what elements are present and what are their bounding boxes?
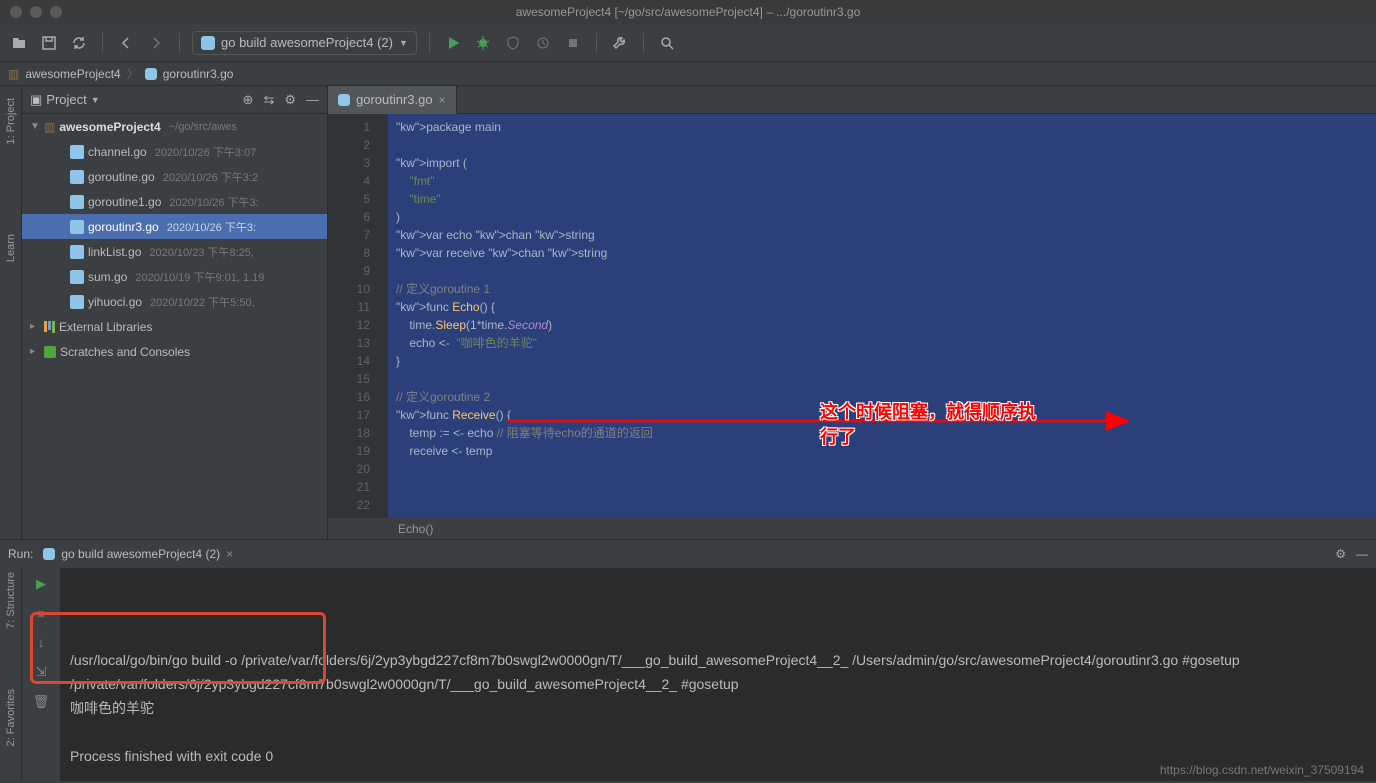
project-title: Project: [46, 92, 86, 107]
editor-breadcrumb: Echo(): [328, 518, 1376, 539]
go-file-icon: [70, 245, 84, 259]
go-file-icon: [70, 195, 84, 209]
tab-structure[interactable]: 7: Structure: [5, 572, 17, 629]
tab-project[interactable]: 1: Project: [5, 98, 17, 144]
open-icon[interactable]: [8, 32, 30, 54]
coverage-icon[interactable]: [502, 32, 524, 54]
go-file-icon: [70, 270, 84, 284]
line-gutter: 12345678910111213141516171819202122: [328, 114, 388, 518]
minimize-window-icon[interactable]: [30, 6, 42, 18]
project-tree[interactable]: ▼▥ awesomeProject4 ~/go/src/awes channel…: [22, 114, 327, 539]
tree-file[interactable]: goroutine1.go2020/10/26 下午3:: [22, 189, 327, 214]
maximize-window-icon[interactable]: [50, 6, 62, 18]
left-tool-strip-bottom: 7: Structure 2: Favorites: [0, 568, 22, 781]
tree-file[interactable]: channel.go2020/10/26 下午3:07: [22, 139, 327, 164]
project-view-icon: ▣: [30, 92, 42, 108]
collapse-icon[interactable]: —: [306, 92, 319, 108]
run-icon[interactable]: [442, 32, 464, 54]
crumb-root[interactable]: awesomeProject4: [25, 67, 120, 81]
forward-icon[interactable]: [145, 32, 167, 54]
debug-icon[interactable]: [472, 32, 494, 54]
wrench-icon[interactable]: [609, 32, 631, 54]
save-icon[interactable]: [38, 32, 60, 54]
tree-root[interactable]: ▼▥ awesomeProject4 ~/go/src/awes: [22, 114, 327, 139]
scratches-consoles[interactable]: ▸ Scratches and Consoles: [22, 339, 327, 364]
back-icon[interactable]: [115, 32, 137, 54]
run-label: Run:: [8, 547, 33, 561]
go-file-icon: [70, 220, 84, 234]
library-icon: [44, 321, 55, 333]
code-editor[interactable]: 12345678910111213141516171819202122 "kw"…: [328, 114, 1376, 518]
run-config-selector[interactable]: go build awesomeProject4 (2) ▼: [192, 31, 417, 55]
collapse-icon[interactable]: —: [1356, 547, 1368, 561]
tree-file[interactable]: goroutine.go2020/10/26 下午3:2: [22, 164, 327, 189]
tab-learn[interactable]: Learn: [5, 234, 17, 262]
rerun-icon[interactable]: ▶: [36, 576, 46, 592]
chevron-right-icon: 〉: [127, 65, 139, 82]
expand-icon[interactable]: ⇆: [263, 92, 274, 108]
annotation-text: 这个时候阻塞，就得顺序执行了: [820, 400, 1036, 450]
go-file-icon: [201, 36, 215, 50]
tree-file[interactable]: yihuoci.go2020/10/22 下午5:50,: [22, 289, 327, 314]
go-file-icon: [338, 94, 350, 106]
stop-icon[interactable]: [562, 32, 584, 54]
crumb-file[interactable]: goroutinr3.go: [163, 67, 234, 81]
output-highlight-box: [30, 612, 326, 684]
chevron-down-icon: ▼: [399, 38, 408, 48]
main-toolbar: go build awesomeProject4 (2) ▼: [0, 24, 1376, 62]
tree-file[interactable]: goroutinr3.go2020/10/26 下午3:: [22, 214, 327, 239]
gear-icon[interactable]: ⚙: [284, 92, 296, 108]
window-title: awesomeProject4 [~/go/src/awesomeProject…: [516, 5, 861, 19]
profile-icon[interactable]: [532, 32, 554, 54]
search-icon[interactable]: [656, 32, 678, 54]
go-file-icon: [145, 68, 157, 80]
breadcrumb: ▥ awesomeProject4 〉 goroutinr3.go: [0, 62, 1376, 86]
tree-file[interactable]: linkList.go2020/10/23 下午8:25,: [22, 239, 327, 264]
watermark-text: https://blog.csdn.net/weixin_37509194: [1160, 763, 1364, 777]
go-file-icon: [70, 295, 84, 309]
window-titlebar: awesomeProject4 [~/go/src/awesomeProject…: [0, 0, 1376, 24]
run-config-tab[interactable]: go build awesomeProject4 (2) ×: [43, 547, 233, 561]
editor-area: goroutinr3.go × 123456789101112131415161…: [328, 86, 1376, 539]
left-tool-strip: 1: Project Learn: [0, 86, 22, 539]
locate-icon[interactable]: ⊕: [243, 92, 254, 108]
go-file-icon: [43, 548, 55, 560]
project-tool-window: ▣ Project ▼ ⊕ ⇆ ⚙ — ▼▥ awesomeProject4 ~…: [22, 86, 328, 539]
tab-favorites[interactable]: 2: Favorites: [5, 689, 17, 746]
run-tool-window: Run: go build awesomeProject4 (2) × ⚙ — …: [0, 539, 1376, 781]
run-config-label: go build awesomeProject4 (2): [221, 35, 393, 50]
close-icon[interactable]: ×: [439, 93, 446, 107]
editor-tabs: goroutinr3.go ×: [328, 86, 1376, 114]
editor-tab[interactable]: goroutinr3.go ×: [328, 86, 457, 114]
sync-icon[interactable]: [68, 32, 90, 54]
go-file-icon: [70, 170, 84, 184]
external-libraries[interactable]: ▸ External Libraries: [22, 314, 327, 339]
console-output[interactable]: /usr/local/go/bin/go build -o /private/v…: [60, 568, 1376, 781]
scratch-icon: [44, 346, 56, 358]
code-content[interactable]: "kw">package main "kw">import ( "fmt" "t…: [388, 114, 1376, 518]
gear-icon[interactable]: ⚙: [1335, 547, 1346, 561]
go-file-icon: [70, 145, 84, 159]
chevron-down-icon[interactable]: ▼: [91, 95, 100, 105]
close-icon[interactable]: ×: [226, 547, 233, 561]
close-window-icon[interactable]: [10, 6, 22, 18]
tree-file[interactable]: sum.go2020/10/19 下午9:01, 1.19: [22, 264, 327, 289]
folder-icon: ▥: [8, 67, 19, 81]
delete-icon[interactable]: 🗑: [33, 694, 50, 710]
